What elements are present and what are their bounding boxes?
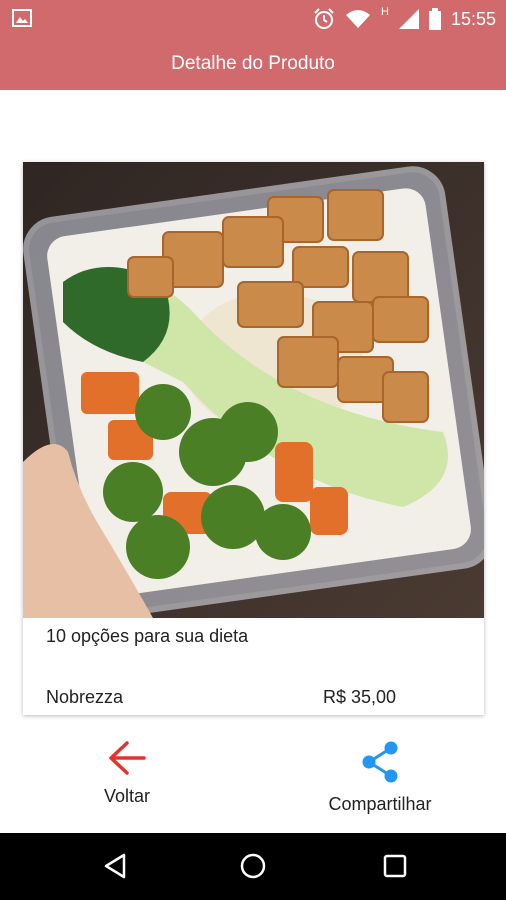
system-nav-bar	[0, 833, 506, 900]
signal-icon	[398, 9, 419, 29]
back-button[interactable]: Voltar	[27, 740, 227, 830]
share-label: Compartilhar	[328, 794, 432, 814]
arrow-left-icon	[109, 741, 146, 775]
app-bar: Detalhe do Produto	[0, 38, 506, 90]
back-label: Voltar	[103, 786, 151, 806]
share-icon	[362, 741, 398, 783]
product-card[interactable]: 10 opções para sua dieta Nobrezza R$ 35,…	[23, 162, 484, 715]
product-image	[23, 162, 484, 618]
back-triangle-icon[interactable]	[100, 851, 130, 881]
wifi-icon	[346, 10, 370, 28]
home-circle-icon[interactable]	[238, 851, 268, 881]
status-bar: H 15:55	[0, 0, 506, 38]
page-title: Detalhe do Produto	[171, 53, 335, 74]
share-button[interactable]: Compartilhar	[280, 740, 480, 830]
store-name: Nobrezza	[46, 687, 124, 707]
product-title: 10 opções para sua dieta	[46, 626, 249, 646]
battery-icon	[428, 8, 441, 30]
product-price: R$ 35,00	[323, 687, 397, 707]
network-type-label: H	[381, 6, 389, 18]
recents-square-icon[interactable]	[380, 851, 410, 881]
status-time: 15:55	[450, 8, 496, 29]
alarm-icon	[314, 8, 334, 29]
image-icon	[12, 9, 32, 27]
